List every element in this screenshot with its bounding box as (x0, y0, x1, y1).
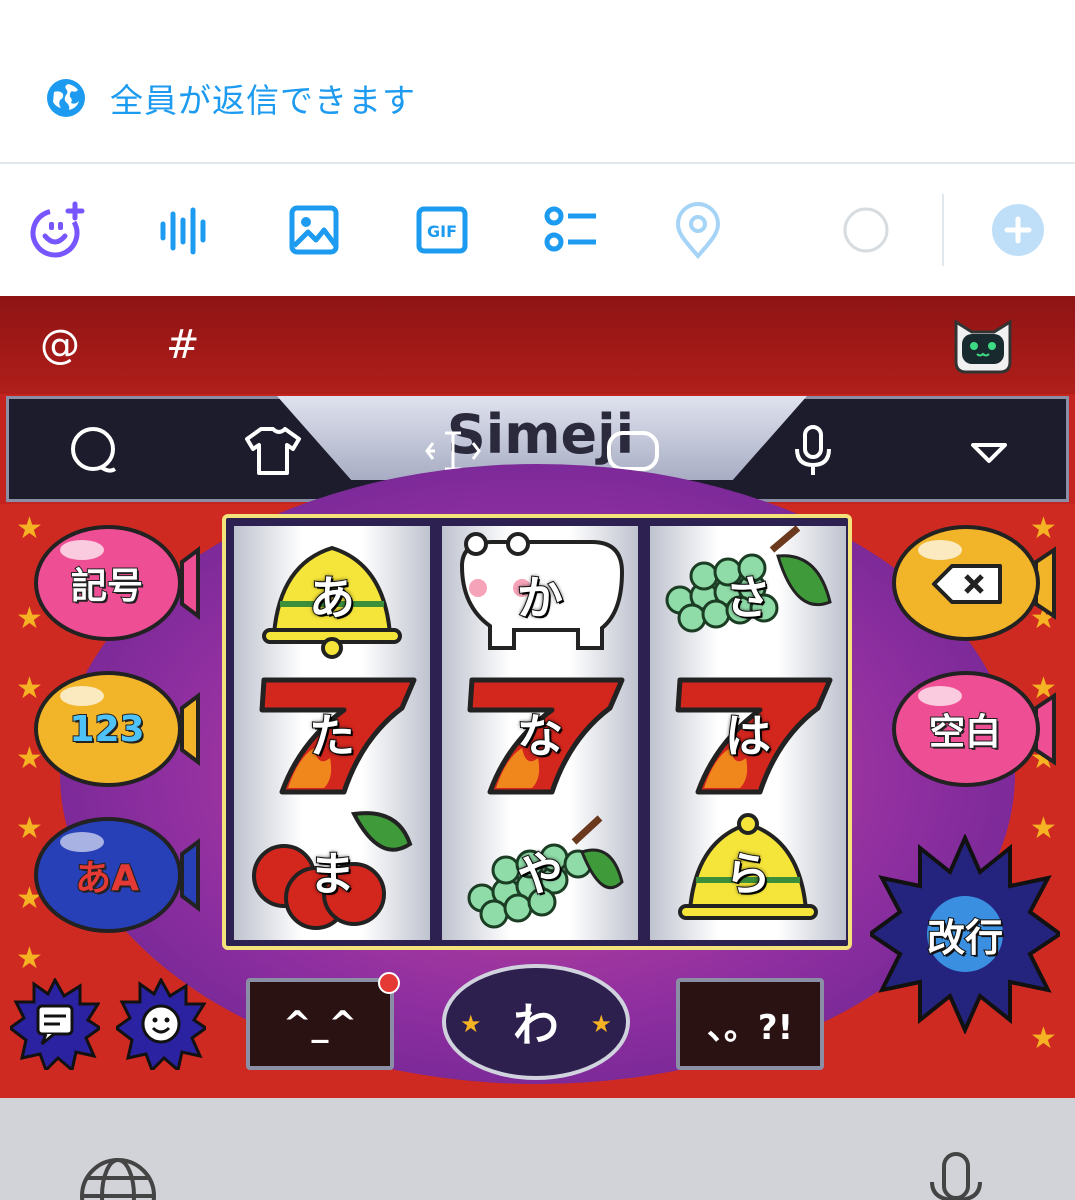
symbols-button[interactable]: 記号 (32, 522, 202, 644)
reel-window: あ た ま か な や さ は ら (222, 514, 852, 950)
star-decoration: ★ (16, 941, 43, 976)
wa-label: わ (513, 998, 559, 1052)
voice-icon[interactable] (155, 200, 215, 260)
reel-column: か な や (442, 526, 638, 940)
chat-bubble-icon[interactable] (65, 421, 125, 481)
numbers-label: 123 (68, 708, 145, 751)
key-sa[interactable]: さ (650, 526, 846, 664)
system-keyboard-bar (0, 1098, 1075, 1200)
kana-label: や (516, 846, 564, 902)
star-decoration: ★ (590, 1010, 612, 1038)
kana-label: ら (724, 846, 772, 902)
gif-label: GIF (427, 222, 457, 241)
emoticon-label: ^_^ (283, 1004, 357, 1044)
input-mode-button[interactable]: あA (32, 814, 202, 936)
punctuation-label: 、。?! (706, 1007, 794, 1048)
kana-label: な (516, 708, 564, 764)
key-na[interactable]: な (442, 664, 638, 802)
key-ka[interactable]: か (442, 526, 638, 664)
kana-label: か (516, 570, 564, 626)
reel-column: さ は ら (650, 526, 846, 940)
smiley-button[interactable] (113, 976, 209, 1073)
grok-icon[interactable] (28, 200, 88, 260)
enter-label: 改行 (926, 915, 1004, 961)
phrase-button[interactable] (7, 976, 103, 1073)
simeji-mascot-icon[interactable] (950, 316, 1016, 376)
star-decoration: ★ (460, 1010, 482, 1038)
key-ha[interactable]: は (650, 664, 846, 802)
symbols-label: 記号 (70, 565, 144, 608)
key-ra[interactable]: ら (650, 802, 846, 940)
dictation-microphone-icon[interactable] (928, 1152, 984, 1200)
key-ya[interactable]: や (442, 802, 638, 940)
reply-setting-label[interactable]: 全員が返信できます (110, 74, 416, 122)
add-thread-button[interactable] (988, 200, 1048, 260)
backspace-button[interactable] (890, 522, 1060, 644)
emoticon-button[interactable]: ^_^ (246, 972, 400, 1070)
candidate-at[interactable]: @ (40, 322, 80, 368)
kana-label: あ (308, 570, 356, 626)
space-label: 空白 (928, 711, 1002, 754)
notification-dot (378, 972, 400, 994)
numbers-button[interactable]: 123 (32, 668, 202, 790)
globe-icon (47, 79, 85, 117)
location-icon[interactable] (668, 200, 728, 260)
key-wa[interactable]: ★ わ ★ (442, 964, 630, 1080)
candidate-bar: @ # (0, 296, 1075, 394)
globe-switch-keyboard-icon[interactable] (78, 1156, 158, 1200)
compose-toolbar: GIF (0, 164, 1075, 296)
reel-column: あ た ま (234, 526, 430, 940)
kana-label: さ (724, 570, 772, 626)
image-icon[interactable] (284, 200, 344, 260)
input-mode-label: あA (74, 857, 140, 900)
space-button[interactable]: 空白 (890, 668, 1060, 790)
toolbar-divider (942, 194, 944, 266)
kana-label: ま (308, 846, 356, 902)
candidate-hash[interactable]: # (166, 322, 200, 368)
key-ma[interactable]: ま (234, 802, 430, 940)
punctuation-button[interactable]: 、。?! (676, 978, 824, 1070)
key-ta[interactable]: た (234, 664, 430, 802)
gif-icon[interactable]: GIF (412, 200, 472, 260)
slot-machine-panel: ★ ★ ★ ★ ★ ★ ★ ★ ★ ★ ★ ★ ★ あ た ま か な や さ … (0, 464, 1075, 1098)
microphone-icon[interactable] (783, 421, 843, 481)
poll-icon[interactable] (540, 200, 600, 260)
reply-setting-row[interactable]: 全員が返信できます (0, 0, 1075, 164)
simeji-logo: Simeji (446, 403, 635, 466)
kana-label: た (308, 708, 356, 764)
simeji-keyboard: @ # Simeji ★ ★ ★ ★ ★ ★ ★ ★ ★ ★ ★ ★ ★ あ た… (0, 296, 1075, 1098)
key-a[interactable]: あ (234, 526, 430, 664)
kana-label: は (724, 708, 772, 764)
skin-shirt-icon[interactable] (243, 421, 303, 481)
chevron-down-icon[interactable] (959, 421, 1019, 481)
enter-button[interactable]: 改行 (870, 834, 1060, 1034)
character-counter-ring (836, 200, 896, 260)
